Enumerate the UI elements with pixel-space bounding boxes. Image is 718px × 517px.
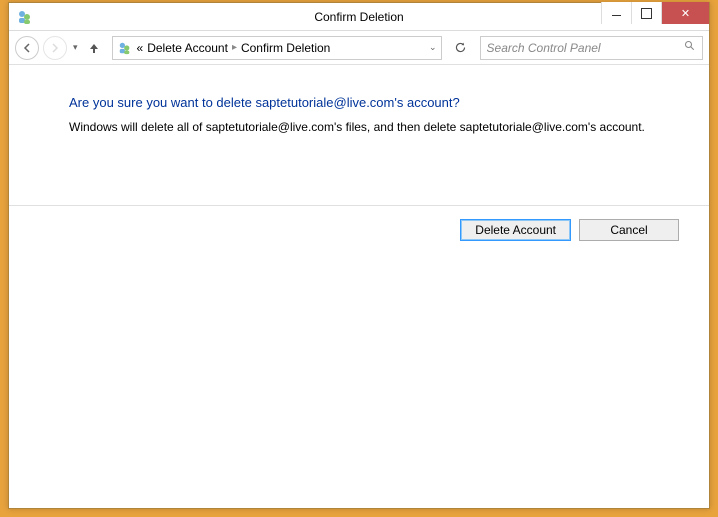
address-bar[interactable]: « Delete Account ▸ Confirm Deletion ⌄ (112, 36, 442, 60)
recent-locations-dropdown[interactable]: ▾ (71, 42, 80, 53)
minimize-button[interactable] (601, 2, 631, 24)
breadcrumb-item[interactable]: Delete Account (147, 41, 228, 55)
search-icon[interactable] (684, 40, 696, 55)
breadcrumb-item[interactable]: Confirm Deletion (241, 41, 330, 55)
title-bar[interactable]: Confirm Deletion (9, 3, 709, 31)
maximize-button[interactable] (631, 2, 661, 24)
breadcrumb-prefix: « (137, 41, 144, 55)
window-frame: Confirm Deletion ▾ « Delete Account ▸ Co… (8, 2, 710, 509)
page-description: Windows will delete all of saptetutorial… (69, 120, 649, 134)
window-controls (601, 2, 709, 24)
chevron-right-icon[interactable]: ▸ (232, 42, 237, 53)
divider (9, 205, 709, 206)
page-heading: Are you sure you want to delete saptetut… (69, 95, 649, 110)
close-button[interactable] (661, 2, 709, 24)
address-dropdown-icon[interactable]: ⌄ (429, 42, 437, 53)
cancel-button[interactable]: Cancel (579, 219, 679, 241)
up-button[interactable] (84, 38, 104, 58)
user-accounts-icon (15, 7, 35, 27)
user-accounts-icon (117, 40, 133, 56)
delete-account-button[interactable]: Delete Account (460, 219, 571, 241)
back-button[interactable] (15, 36, 39, 60)
search-input[interactable] (487, 41, 684, 55)
search-box[interactable] (480, 36, 703, 60)
refresh-button[interactable] (450, 37, 472, 59)
action-buttons: Delete Account Cancel (460, 219, 679, 241)
navigation-bar: ▾ « Delete Account ▸ Confirm Deletion ⌄ (9, 31, 709, 65)
content-area: Are you sure you want to delete saptetut… (9, 65, 709, 508)
forward-button[interactable] (43, 36, 67, 60)
